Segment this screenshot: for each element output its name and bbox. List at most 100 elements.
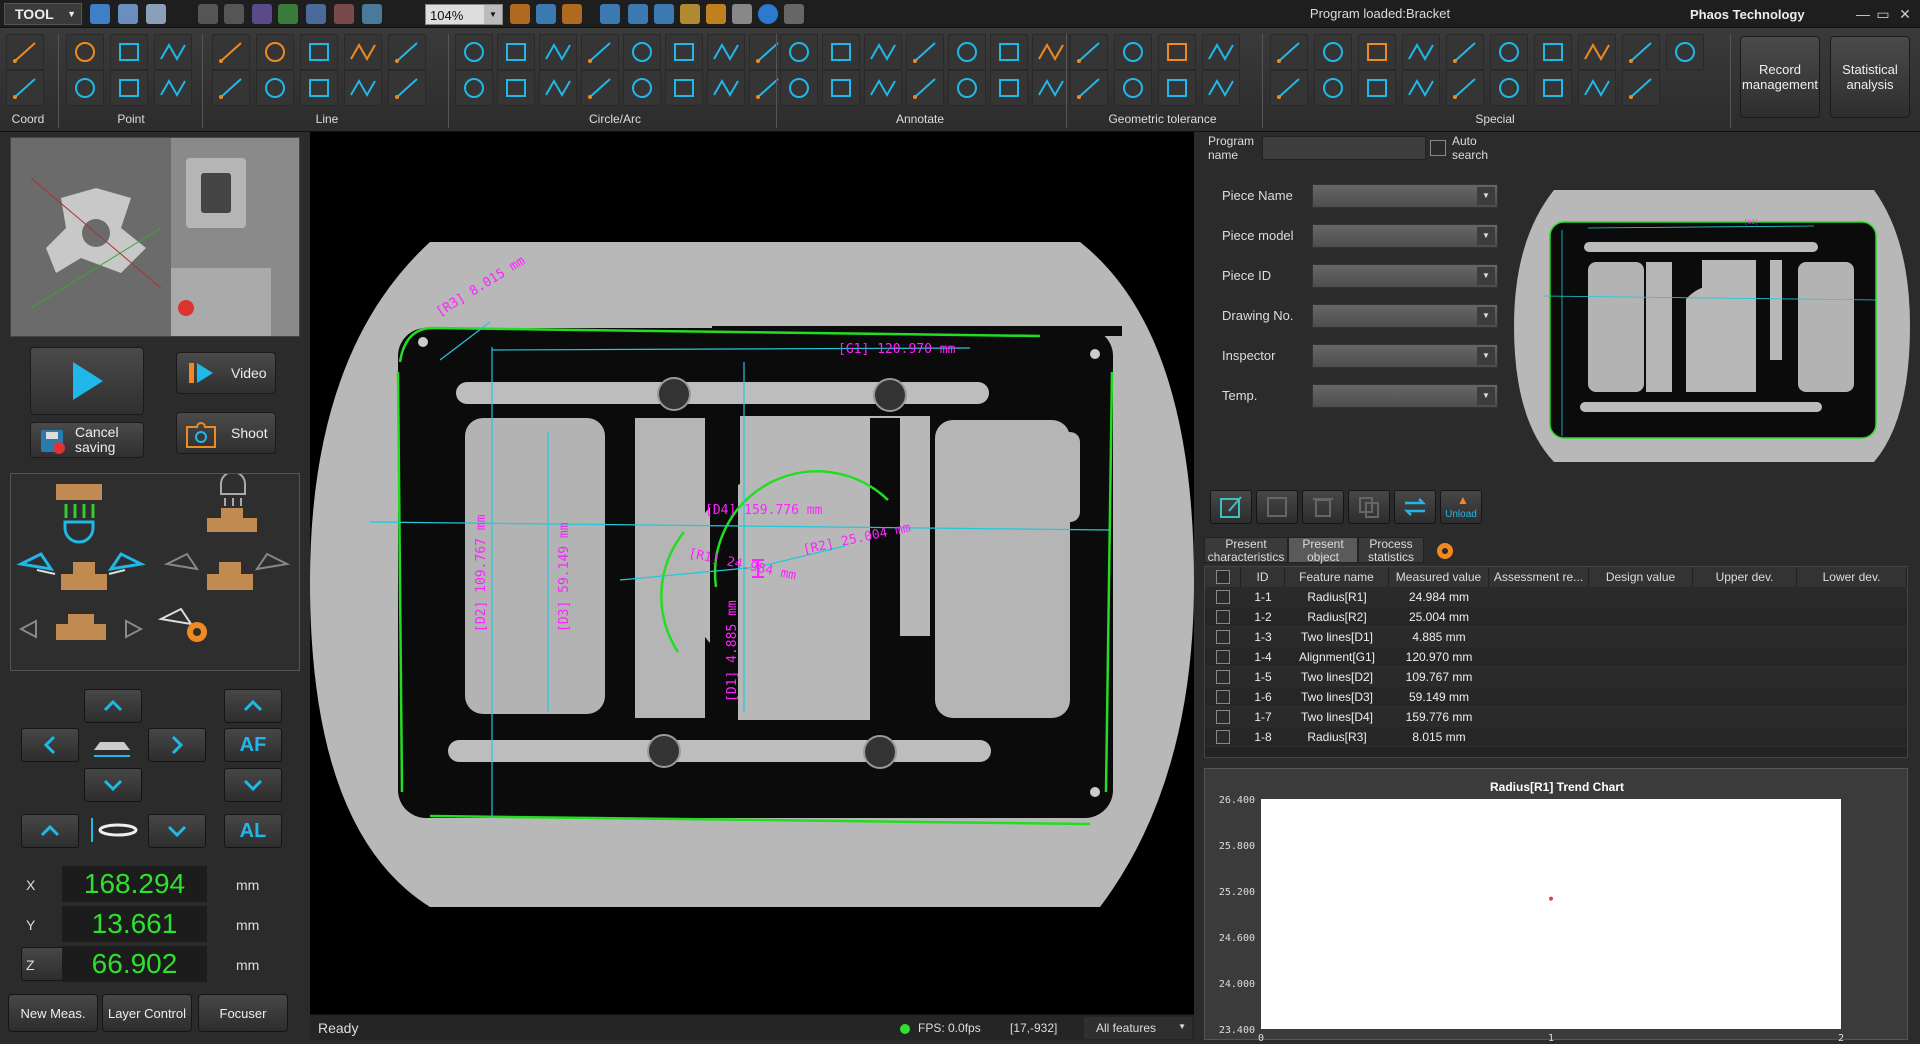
- gear-icon[interactable]: [706, 4, 726, 24]
- tab-process-statistics[interactable]: Process statistics: [1358, 537, 1424, 564]
- autofocus-button[interactable]: AF: [224, 728, 282, 762]
- globe-icon[interactable]: [758, 4, 778, 24]
- table-row[interactable]: 1-6 Two lines[D3] 59.149 mm: [1205, 687, 1907, 707]
- fit-icon[interactable]: [510, 4, 530, 24]
- center-icon[interactable]: [536, 4, 556, 24]
- ring-light-on-icon[interactable]: [16, 552, 146, 590]
- tool-button-22[interactable]: [539, 34, 577, 70]
- focus-up-button[interactable]: [224, 689, 282, 723]
- cancel-saving-button[interactable]: Cancel saving: [30, 422, 144, 458]
- select-all-checkbox[interactable]: [1216, 570, 1230, 584]
- header-lower-dev[interactable]: Lower dev.: [1797, 567, 1907, 587]
- row-checkbox[interactable]: [1216, 590, 1230, 604]
- tool-button-13[interactable]: [300, 70, 338, 106]
- auto-light-button[interactable]: AL: [224, 814, 282, 848]
- tool-button-58[interactable]: [1314, 34, 1352, 70]
- tool-button-27[interactable]: [623, 70, 661, 106]
- tool-button-17[interactable]: [388, 70, 426, 106]
- close-icon[interactable]: ✕: [1894, 4, 1916, 24]
- info-icon[interactable]: [784, 4, 804, 24]
- header-id[interactable]: ID: [1241, 567, 1285, 587]
- auto-icon[interactable]: [252, 4, 272, 24]
- save-icon[interactable]: [90, 4, 110, 24]
- tool-button-53[interactable]: [1158, 70, 1196, 106]
- header-feature-name[interactable]: Feature name: [1285, 567, 1389, 587]
- record-management-button[interactable]: Record management: [1740, 36, 1820, 118]
- tool-button-73[interactable]: [1622, 70, 1660, 106]
- tool-button-16[interactable]: [388, 34, 426, 70]
- tool-button-5[interactable]: [110, 70, 148, 106]
- tool-button-11[interactable]: [256, 70, 294, 106]
- row-checkbox[interactable]: [1216, 710, 1230, 724]
- table-row[interactable]: 1-3 Two lines[D1] 4.885 mm: [1205, 627, 1907, 647]
- tool-button-36[interactable]: [822, 34, 860, 70]
- tool-button-63[interactable]: [1402, 70, 1440, 106]
- tool-button-45[interactable]: [990, 70, 1028, 106]
- tool-button-57[interactable]: [1270, 70, 1308, 106]
- side-light-icon[interactable]: [18, 614, 144, 640]
- tool-button-69[interactable]: [1534, 70, 1572, 106]
- auto-search-checkbox[interactable]: [1430, 140, 1446, 156]
- tool-button-48[interactable]: [1070, 34, 1108, 70]
- row-checkbox[interactable]: [1216, 630, 1230, 644]
- new-measurement-button[interactable]: New Meas.: [8, 994, 98, 1032]
- tool-button-43[interactable]: [948, 70, 986, 106]
- tool-button-8[interactable]: [212, 34, 250, 70]
- move-right-button[interactable]: [148, 728, 206, 762]
- table-row[interactable]: 1-2 Radius[R2] 25.004 mm: [1205, 607, 1907, 627]
- print-icon[interactable]: [146, 4, 166, 24]
- edge-icon[interactable]: [654, 4, 674, 24]
- grid-icon[interactable]: [306, 4, 326, 24]
- move-left-button[interactable]: [21, 728, 79, 762]
- tool-button-60[interactable]: [1358, 34, 1396, 70]
- light-settings-icon[interactable]: [157, 607, 207, 642]
- save-as-icon[interactable]: [118, 4, 138, 24]
- tool-button-19[interactable]: [455, 70, 493, 106]
- tool-button-59[interactable]: [1314, 70, 1352, 106]
- tool-button-0[interactable]: [6, 34, 44, 70]
- feature-filter-select[interactable]: All features ▼: [1084, 1017, 1192, 1039]
- tool-button-71[interactable]: [1578, 70, 1616, 106]
- save-record-button[interactable]: [1256, 490, 1298, 524]
- tab-present-object[interactable]: Present object: [1288, 537, 1358, 564]
- tool-button-64[interactable]: [1446, 34, 1484, 70]
- table-row[interactable]: 1-1 Radius[R1] 24.984 mm: [1205, 587, 1907, 607]
- tool-button-72[interactable]: [1622, 34, 1660, 70]
- tool-button-52[interactable]: [1158, 34, 1196, 70]
- tool-button-74[interactable]: [1666, 34, 1704, 70]
- edit-button[interactable]: [1210, 490, 1252, 524]
- tool-button-21[interactable]: [497, 70, 535, 106]
- capture-icon[interactable]: [600, 4, 620, 24]
- tool-button-38[interactable]: [864, 34, 902, 70]
- tool-button-18[interactable]: [455, 34, 493, 70]
- header-design-value[interactable]: Design value: [1589, 567, 1693, 587]
- tool-button-42[interactable]: [948, 34, 986, 70]
- run-button[interactable]: [30, 347, 144, 415]
- tab-present-characteristics[interactable]: Present characteristics: [1204, 537, 1288, 564]
- tool-button-29[interactable]: [665, 70, 703, 106]
- redo-icon[interactable]: [224, 4, 244, 24]
- program-name-input[interactable]: [1262, 136, 1426, 160]
- table-row[interactable]: 1-8 Radius[R3] 8.015 mm: [1205, 727, 1907, 747]
- link-icon[interactable]: [278, 4, 298, 24]
- tool-button-65[interactable]: [1446, 70, 1484, 106]
- piece-model-select[interactable]: ▼: [1312, 224, 1498, 248]
- tool-button-61[interactable]: [1358, 70, 1396, 106]
- gear-icon[interactable]: [1434, 540, 1456, 562]
- tool-button-25[interactable]: [581, 70, 619, 106]
- tool-button-50[interactable]: [1114, 34, 1152, 70]
- target-icon[interactable]: [562, 4, 582, 24]
- layer-control-button[interactable]: Layer Control: [102, 994, 192, 1032]
- tool-button-24[interactable]: [581, 34, 619, 70]
- header-assessment[interactable]: Assessment re...: [1489, 567, 1589, 587]
- tool-button-49[interactable]: [1070, 70, 1108, 106]
- top-light-off-icon[interactable]: [207, 471, 257, 532]
- undo-icon[interactable]: [198, 4, 218, 24]
- tool-button-54[interactable]: [1202, 34, 1240, 70]
- ruler-icon[interactable]: [362, 4, 382, 24]
- tool-button-20[interactable]: [497, 34, 535, 70]
- tool-button-66[interactable]: [1490, 34, 1528, 70]
- drawing-no-select[interactable]: ▼: [1312, 304, 1498, 328]
- select-all-header[interactable]: [1205, 567, 1241, 587]
- tool-button-15[interactable]: [344, 70, 382, 106]
